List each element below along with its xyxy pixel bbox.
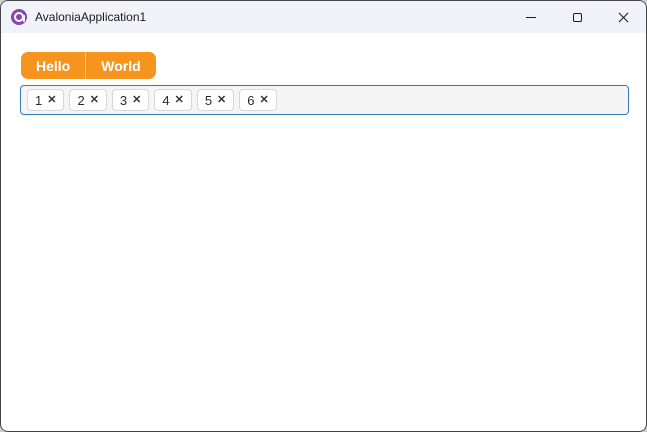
avalonia-logo-stem [23, 15, 25, 22]
chip-3[interactable]: 3 ✕ [111, 89, 150, 111]
close-button[interactable] [600, 1, 646, 33]
app-window: AvaloniaApplication1 Hello World 1 ✕ 2 ✕… [0, 0, 647, 432]
chip-4[interactable]: 4 ✕ [154, 89, 192, 111]
chip-input-box[interactable]: 1 ✕ 2 ✕ 3 ✕ 4 ✕ 5 ✕ 6 ✕ [20, 85, 629, 115]
maximize-button[interactable] [554, 1, 600, 33]
chip-remove-icon[interactable]: ✕ [90, 94, 99, 106]
tab-world[interactable]: World [85, 52, 155, 79]
content-area [2, 116, 645, 430]
tab-hello[interactable]: Hello [21, 52, 85, 79]
chip-remove-icon[interactable]: ✕ [175, 94, 184, 106]
chip-value: 5 [204, 92, 213, 108]
titlebar: AvaloniaApplication1 [1, 1, 646, 33]
chip-remove-icon[interactable]: ✕ [47, 94, 56, 106]
avalonia-logo-icon [11, 9, 27, 25]
chip-remove-icon[interactable]: ✕ [132, 94, 141, 106]
chip-remove-icon[interactable]: ✕ [260, 94, 269, 106]
chip-1[interactable]: 1 ✕ [27, 89, 65, 111]
chip-5[interactable]: 5 ✕ [196, 89, 235, 111]
chip-value: 1 [35, 92, 43, 108]
window-title: AvaloniaApplication1 [35, 10, 147, 24]
tabstrip: Hello World [21, 52, 156, 79]
close-icon [618, 12, 629, 23]
chip-6[interactable]: 6 ✕ [239, 89, 277, 111]
chip-remove-icon[interactable]: ✕ [217, 94, 226, 106]
minimize-button[interactable] [508, 1, 554, 33]
maximize-icon [572, 12, 582, 22]
minimize-icon [526, 16, 536, 18]
chip-value: 4 [162, 92, 170, 108]
chip-value: 3 [119, 92, 128, 108]
chip-2[interactable]: 2 ✕ [69, 89, 107, 111]
chip-value: 6 [247, 92, 255, 108]
chip-value: 2 [77, 92, 85, 108]
